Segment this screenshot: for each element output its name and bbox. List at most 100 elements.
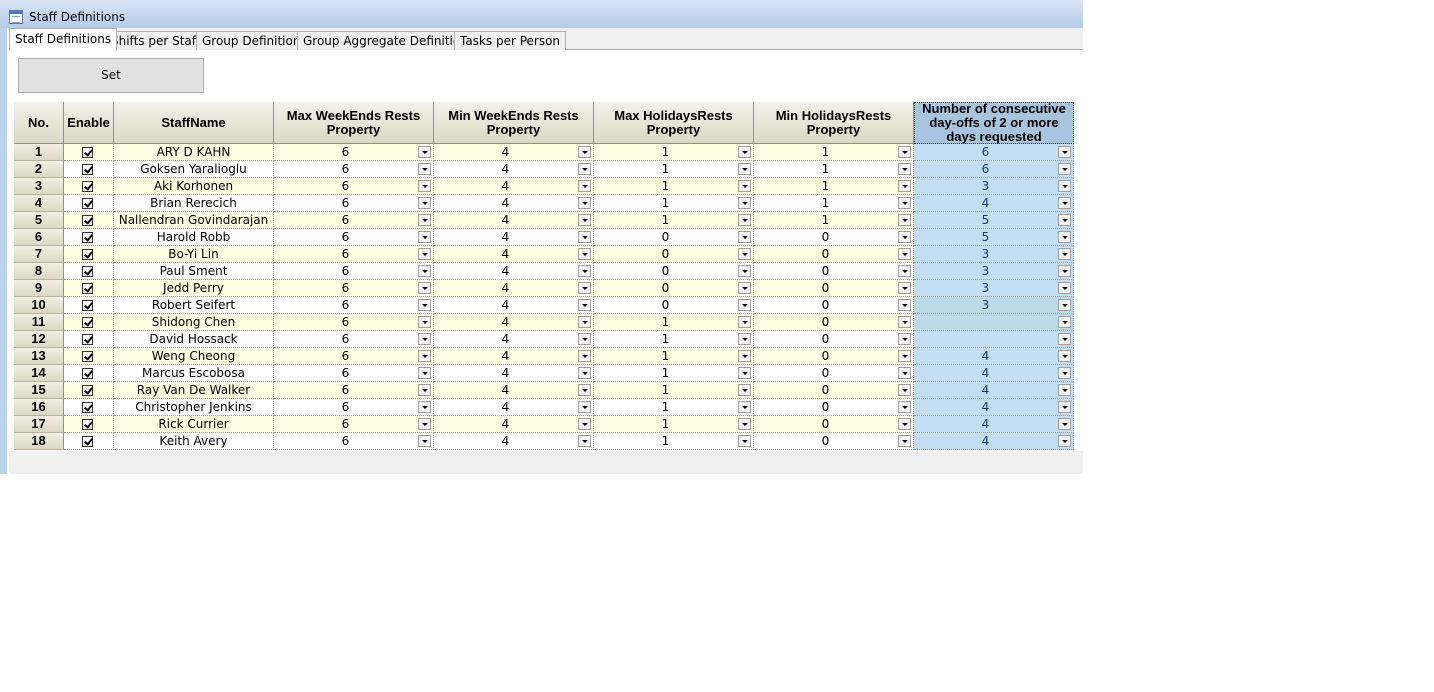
consecutive-days-off-dropdown[interactable]: 4 — [914, 433, 1074, 450]
enable-checkbox[interactable] — [82, 198, 93, 209]
chevron-down-icon[interactable] — [418, 231, 431, 243]
consecutive-days-off-dropdown[interactable]: 4 — [914, 195, 1074, 212]
min-holidays-dropdown[interactable]: 0 — [754, 246, 914, 263]
chevron-down-icon[interactable] — [1058, 265, 1071, 277]
min-weekends-dropdown[interactable]: 4 — [434, 246, 594, 263]
chevron-down-icon[interactable] — [1058, 231, 1071, 243]
enable-checkbox[interactable] — [82, 402, 93, 413]
chevron-down-icon[interactable] — [898, 231, 911, 243]
min-weekends-dropdown[interactable]: 4 — [434, 399, 594, 416]
chevron-down-icon[interactable] — [738, 231, 751, 243]
max-weekends-dropdown[interactable]: 6 — [274, 314, 434, 331]
min-weekends-dropdown[interactable]: 4 — [434, 314, 594, 331]
staff-name-cell[interactable]: ARY D KAHN — [114, 144, 274, 161]
enable-checkbox[interactable] — [82, 283, 93, 294]
chevron-down-icon[interactable] — [418, 265, 431, 277]
enable-checkbox[interactable] — [82, 249, 93, 260]
min-holidays-dropdown[interactable]: 1 — [754, 161, 914, 178]
staff-name-cell[interactable]: Harold Robb — [114, 229, 274, 246]
staff-name-cell[interactable]: Christopher Jenkins — [114, 399, 274, 416]
chevron-down-icon[interactable] — [418, 197, 431, 209]
min-weekends-dropdown[interactable]: 4 — [434, 348, 594, 365]
enable-checkbox[interactable] — [82, 368, 93, 379]
chevron-down-icon[interactable] — [738, 418, 751, 430]
chevron-down-icon[interactable] — [578, 401, 591, 413]
staff-name-cell[interactable]: Brian Rerecich — [114, 195, 274, 212]
chevron-down-icon[interactable] — [738, 401, 751, 413]
max-weekends-dropdown[interactable]: 6 — [274, 195, 434, 212]
chevron-down-icon[interactable] — [898, 248, 911, 260]
chevron-down-icon[interactable] — [418, 316, 431, 328]
chevron-down-icon[interactable] — [418, 248, 431, 260]
max-weekends-dropdown[interactable]: 6 — [274, 280, 434, 297]
consecutive-days-off-dropdown[interactable] — [914, 314, 1074, 331]
chevron-down-icon[interactable] — [418, 282, 431, 294]
chevron-down-icon[interactable] — [898, 316, 911, 328]
max-holidays-dropdown[interactable]: 1 — [594, 416, 754, 433]
staff-name-cell[interactable]: Jedd Perry — [114, 280, 274, 297]
chevron-down-icon[interactable] — [898, 180, 911, 192]
chevron-down-icon[interactable] — [578, 316, 591, 328]
chevron-down-icon[interactable] — [738, 197, 751, 209]
chevron-down-icon[interactable] — [578, 146, 591, 158]
set-button[interactable]: Set — [18, 58, 204, 93]
chevron-down-icon[interactable] — [898, 367, 911, 379]
max-weekends-dropdown[interactable]: 6 — [274, 161, 434, 178]
enable-checkbox[interactable] — [82, 419, 93, 430]
staff-name-cell[interactable]: Shidong Chen — [114, 314, 274, 331]
max-holidays-dropdown[interactable]: 1 — [594, 178, 754, 195]
min-weekends-dropdown[interactable]: 4 — [434, 416, 594, 433]
chevron-down-icon[interactable] — [418, 180, 431, 192]
max-weekends-dropdown[interactable]: 6 — [274, 399, 434, 416]
chevron-down-icon[interactable] — [578, 282, 591, 294]
enable-checkbox[interactable] — [82, 266, 93, 277]
max-weekends-dropdown[interactable]: 6 — [274, 246, 434, 263]
chevron-down-icon[interactable] — [578, 180, 591, 192]
consecutive-days-off-dropdown[interactable]: 4 — [914, 399, 1074, 416]
min-weekends-dropdown[interactable]: 4 — [434, 212, 594, 229]
max-holidays-dropdown[interactable]: 1 — [594, 161, 754, 178]
chevron-down-icon[interactable] — [738, 435, 751, 447]
chevron-down-icon[interactable] — [418, 146, 431, 158]
consecutive-days-off-dropdown[interactable]: 4 — [914, 365, 1074, 382]
min-weekends-dropdown[interactable]: 4 — [434, 195, 594, 212]
chevron-down-icon[interactable] — [578, 418, 591, 430]
tab-staff-definitions[interactable]: Staff Definitions — [9, 28, 118, 51]
min-holidays-dropdown[interactable]: 0 — [754, 348, 914, 365]
min-holidays-dropdown[interactable]: 0 — [754, 433, 914, 450]
chevron-down-icon[interactable] — [1058, 180, 1071, 192]
enable-checkbox[interactable] — [82, 300, 93, 311]
staff-name-cell[interactable]: Aki Korhonen — [114, 178, 274, 195]
chevron-down-icon[interactable] — [1058, 282, 1071, 294]
chevron-down-icon[interactable] — [1058, 146, 1071, 158]
max-holidays-dropdown[interactable]: 0 — [594, 229, 754, 246]
chevron-down-icon[interactable] — [898, 265, 911, 277]
max-holidays-dropdown[interactable]: 1 — [594, 314, 754, 331]
chevron-down-icon[interactable] — [1058, 367, 1071, 379]
chevron-down-icon[interactable] — [418, 418, 431, 430]
chevron-down-icon[interactable] — [738, 163, 751, 175]
chevron-down-icon[interactable] — [898, 435, 911, 447]
min-holidays-dropdown[interactable]: 1 — [754, 212, 914, 229]
chevron-down-icon[interactable] — [578, 384, 591, 396]
chevron-down-icon[interactable] — [898, 163, 911, 175]
enable-checkbox[interactable] — [82, 147, 93, 158]
max-holidays-dropdown[interactable]: 1 — [594, 348, 754, 365]
chevron-down-icon[interactable] — [738, 367, 751, 379]
chevron-down-icon[interactable] — [898, 282, 911, 294]
max-holidays-dropdown[interactable]: 1 — [594, 399, 754, 416]
max-holidays-dropdown[interactable]: 1 — [594, 144, 754, 161]
chevron-down-icon[interactable] — [738, 333, 751, 345]
chevron-down-icon[interactable] — [738, 180, 751, 192]
chevron-down-icon[interactable] — [578, 231, 591, 243]
max-weekends-dropdown[interactable]: 6 — [274, 212, 434, 229]
staff-name-cell[interactable]: Robert Seifert — [114, 297, 274, 314]
consecutive-days-off-dropdown[interactable]: 3 — [914, 280, 1074, 297]
chevron-down-icon[interactable] — [578, 435, 591, 447]
chevron-down-icon[interactable] — [1058, 214, 1071, 226]
chevron-down-icon[interactable] — [578, 333, 591, 345]
min-weekends-dropdown[interactable]: 4 — [434, 297, 594, 314]
tab-group-aggregate-definitions[interactable]: Group Aggregate Definitions — [297, 31, 481, 50]
max-weekends-dropdown[interactable]: 6 — [274, 263, 434, 280]
chevron-down-icon[interactable] — [898, 214, 911, 226]
